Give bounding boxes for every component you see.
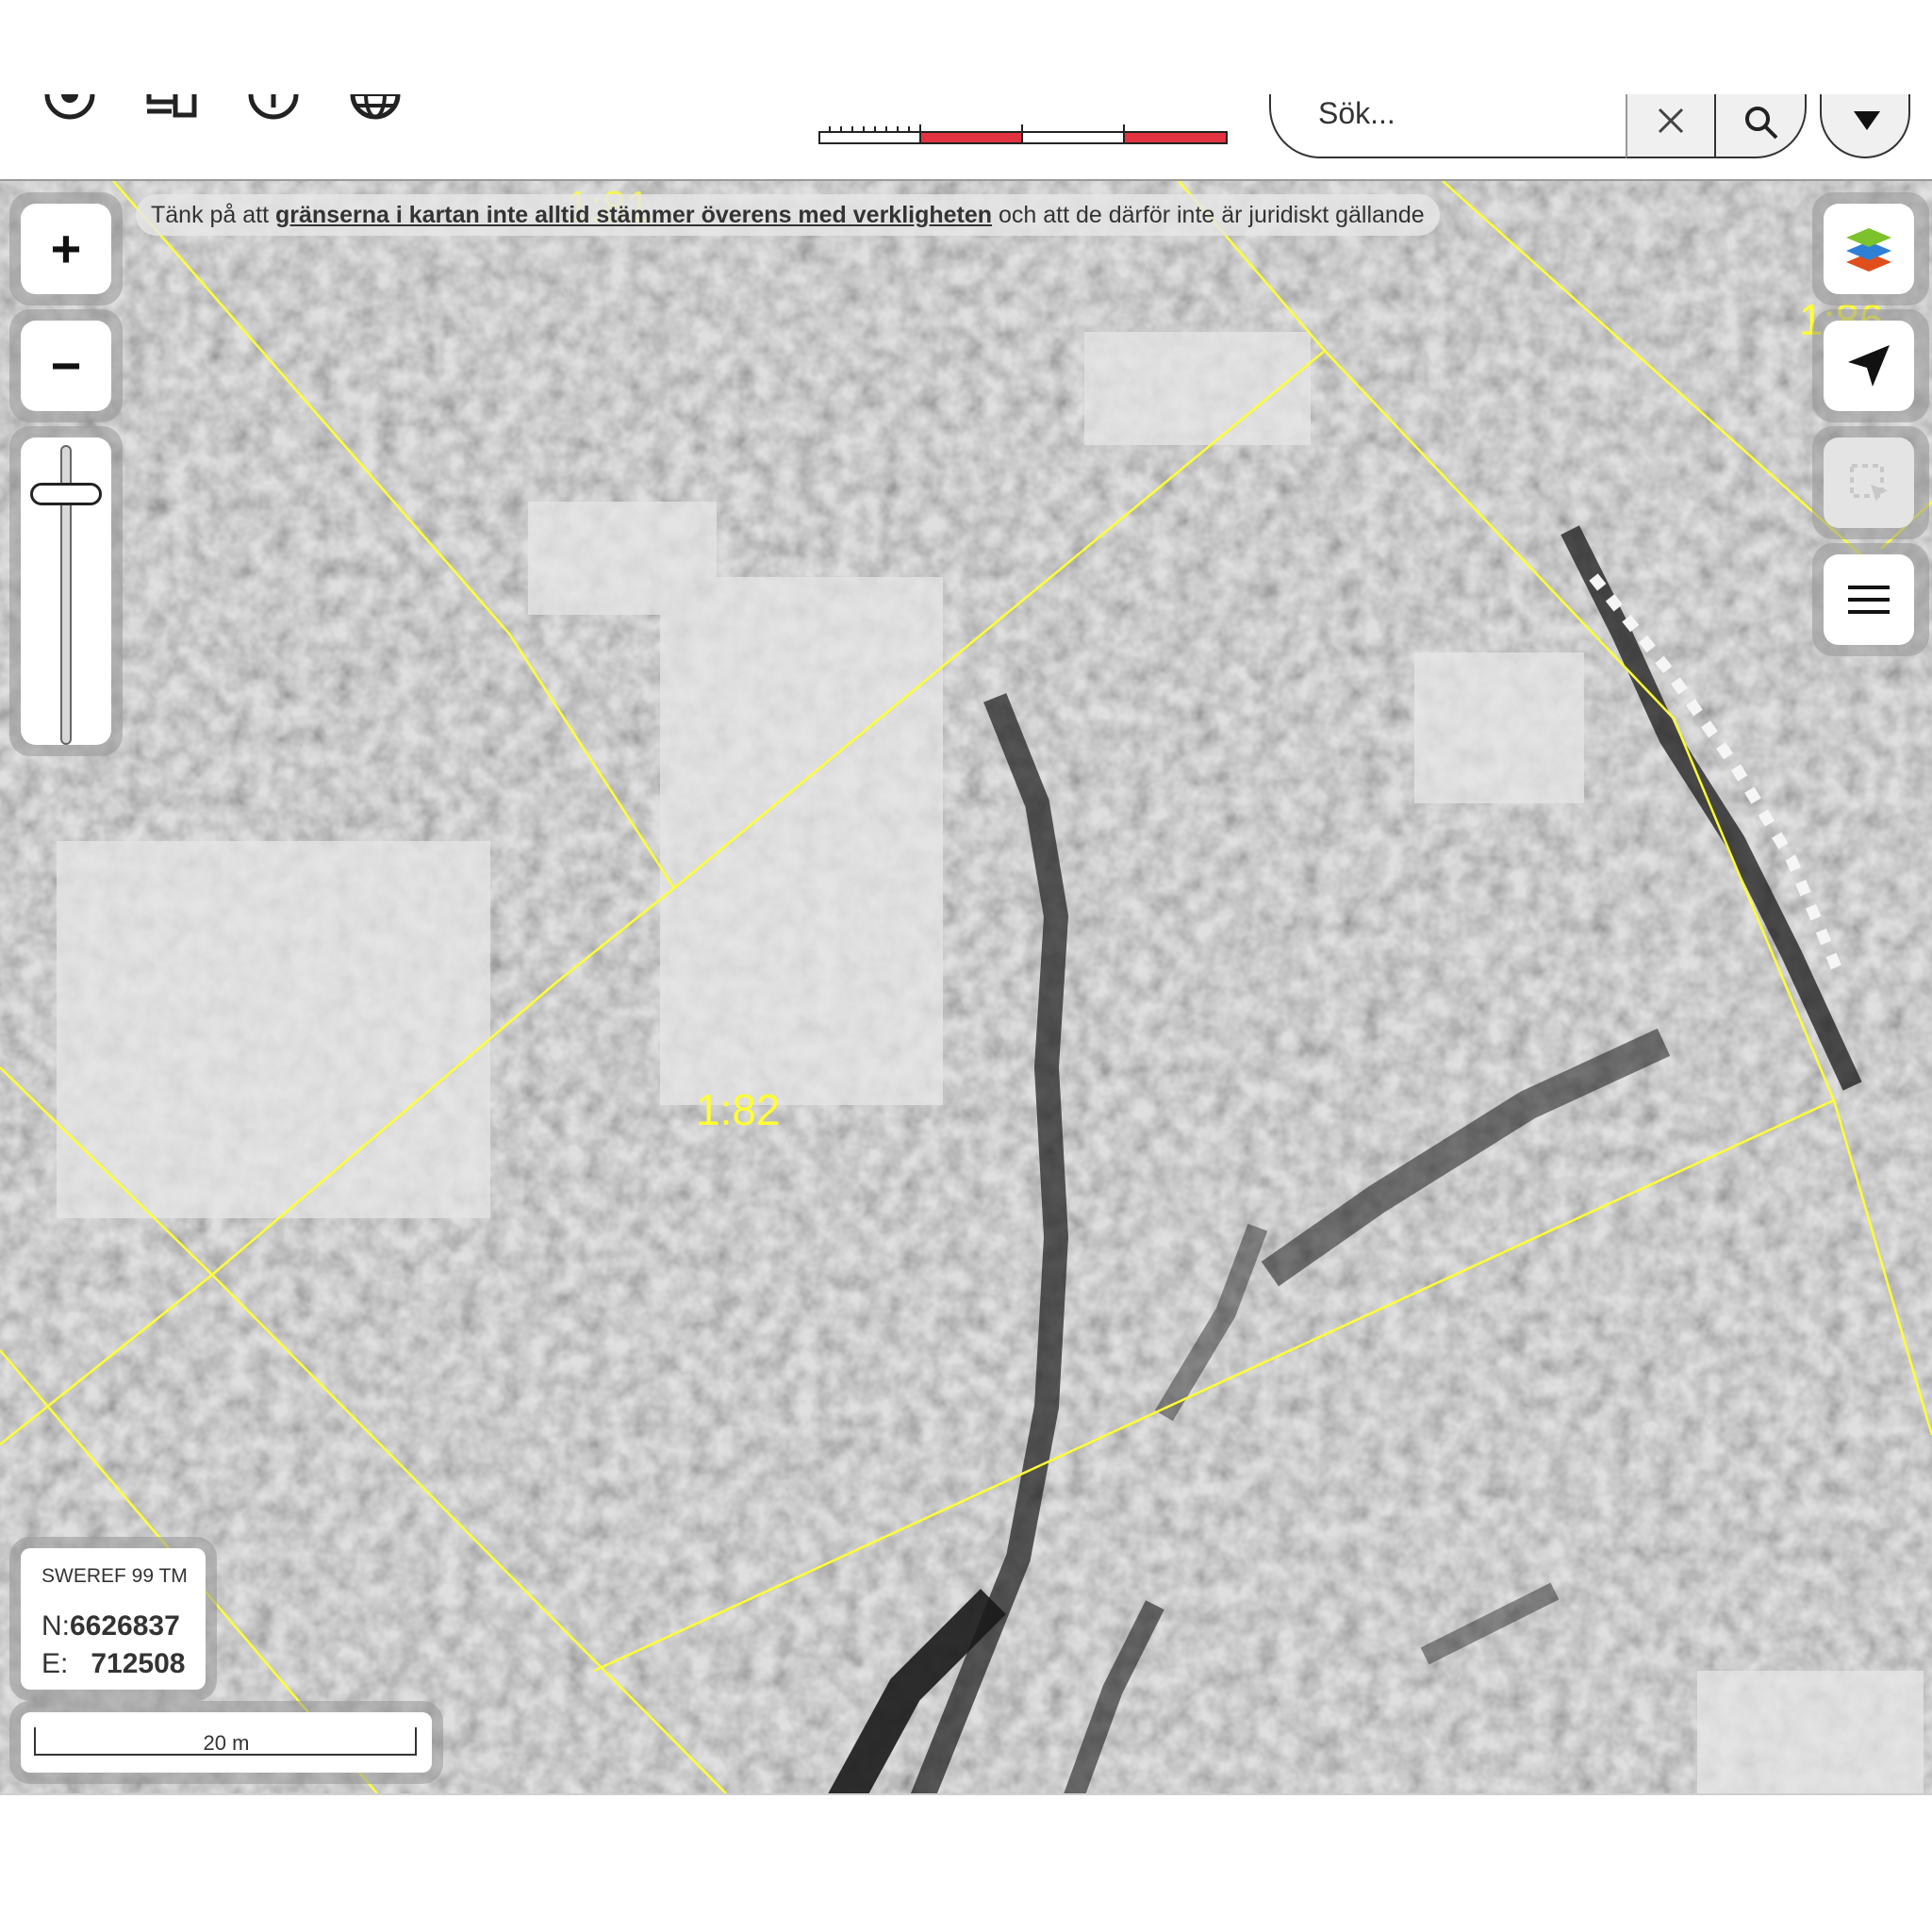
easting-readout: E: 712508 xyxy=(41,1648,185,1680)
menu-icon xyxy=(1848,586,1890,614)
scale-bar-label: 20 m xyxy=(203,1731,250,1755)
map-canvas[interactable]: 1:82 1:81 1:86 Tänk på att gränserna i k… xyxy=(0,181,1932,1793)
select-area-icon xyxy=(1850,464,1888,502)
device-icon[interactable] xyxy=(143,94,200,123)
zoom-in-label: + xyxy=(50,219,82,278)
top-toolbar: Sök... xyxy=(0,94,1932,181)
orthophoto-layer xyxy=(0,181,1932,1793)
northing-value: 6626837 xyxy=(70,1610,180,1642)
zoom-in-button[interactable]: + xyxy=(21,204,111,294)
target-icon[interactable] xyxy=(41,94,98,123)
close-icon xyxy=(1658,107,1684,134)
layers-button[interactable] xyxy=(1824,204,1914,294)
parcel-label: 1:82 xyxy=(696,1085,781,1134)
select-area-button[interactable] xyxy=(1824,437,1914,528)
map-app: Sök... 1:82 Tänk på att gränserna i kart… xyxy=(0,0,1932,1931)
northing-label: N: xyxy=(41,1610,70,1642)
scale-bar: 20 m xyxy=(21,1712,432,1773)
locate-button[interactable] xyxy=(1824,321,1914,411)
boundary-disclaimer: Tänk på att gränserna i kartan inte allt… xyxy=(136,194,1440,236)
disclaimer-link[interactable]: gränserna i kartan inte alltid stämmer ö… xyxy=(275,202,992,228)
disclaimer-suffix: och att de därför inte är juridiskt gäll… xyxy=(992,202,1425,228)
search-button[interactable] xyxy=(1716,94,1807,158)
page-footer xyxy=(0,1793,1932,1931)
search-clear-button[interactable] xyxy=(1626,94,1716,158)
info-icon[interactable] xyxy=(245,94,302,123)
zoom-slider-handle[interactable] xyxy=(30,483,102,505)
projection-label: SWEREF 99 TM xyxy=(41,1565,188,1587)
locate-icon xyxy=(1848,345,1890,387)
layers-icon xyxy=(1846,228,1891,272)
menu-button[interactable] xyxy=(1824,554,1914,645)
zoom-out-label: − xyxy=(50,336,82,395)
chevron-down-icon xyxy=(1854,111,1880,130)
easting-label: E: xyxy=(41,1648,69,1679)
northing-readout: N:6626837 xyxy=(41,1610,180,1642)
zoom-out-button[interactable]: − xyxy=(21,321,111,411)
dropdown-button[interactable] xyxy=(1820,94,1910,158)
search-icon xyxy=(1745,107,1778,140)
easting-value: 712508 xyxy=(91,1648,186,1679)
toolbar-scale-bar xyxy=(818,124,1228,144)
disclaimer-prefix: Tänk på att xyxy=(151,202,276,228)
search-input[interactable]: Sök... xyxy=(1269,94,1627,158)
coordinates-panel: SWEREF 99 TM N:6626837 E: 712508 xyxy=(21,1548,206,1690)
search-placeholder: Sök... xyxy=(1318,96,1395,130)
globe-icon[interactable] xyxy=(347,94,404,123)
